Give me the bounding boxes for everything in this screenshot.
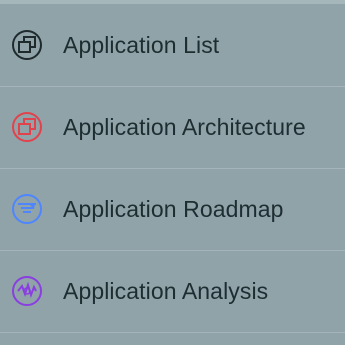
application-menu: Application List Application Architectur…	[0, 0, 345, 345]
menu-item-label: Application Roadmap	[63, 195, 284, 222]
divider	[0, 332, 345, 333]
application-analysis-icon	[11, 275, 43, 307]
menu-item-application-roadmap[interactable]: Application Roadmap	[0, 168, 345, 250]
menu-item-application-analysis[interactable]: Application Analysis	[0, 250, 345, 332]
menu-item-application-architecture[interactable]: Application Architecture	[0, 86, 345, 168]
application-list-icon	[11, 29, 43, 61]
menu-item-application-list[interactable]: Application List	[0, 4, 345, 86]
menu-item-label: Application List	[63, 31, 220, 58]
menu-item-label: Application Architecture	[63, 113, 306, 140]
application-architecture-icon	[11, 111, 43, 143]
menu-item-label: Application Analysis	[63, 277, 269, 304]
application-roadmap-icon	[11, 193, 43, 225]
